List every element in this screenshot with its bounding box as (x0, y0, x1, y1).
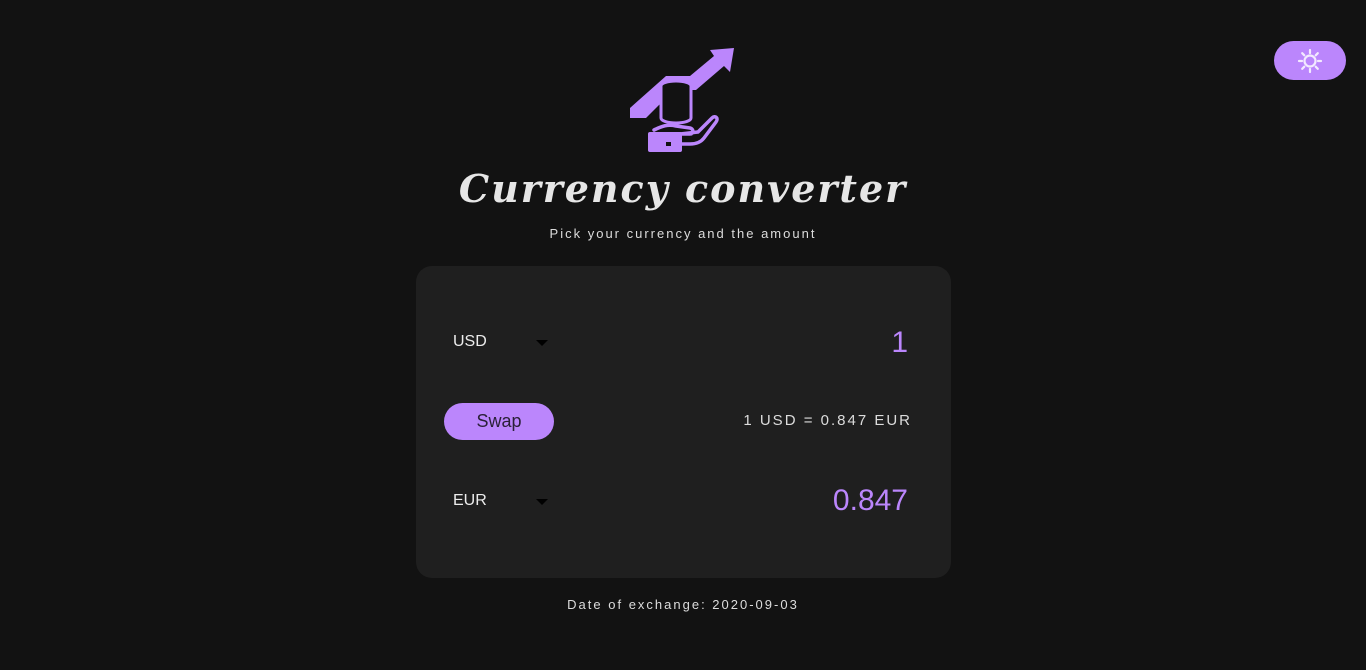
from-currency-select[interactable]: USD (453, 327, 553, 357)
theme-toggle-button[interactable] (1274, 41, 1346, 80)
chevron-down-icon (536, 340, 548, 346)
sun-icon (1297, 48, 1323, 73)
exchange-date: Date of exchange: 2020-09-03 (567, 597, 799, 612)
to-amount-output[interactable] (708, 482, 908, 520)
app-page: Currency converter Pick your currency an… (0, 0, 1366, 670)
to-currency-select[interactable]: EUR (453, 486, 553, 516)
exchange-rate-text: 1 USD = 0.847 EUR (743, 412, 912, 429)
converter-card: USD Swap 1 USD = 0.847 EUR EUR (416, 266, 951, 578)
hand-coins-growth-icon (630, 48, 734, 152)
from-currency-label: USD (453, 333, 487, 350)
from-amount-input[interactable] (708, 324, 908, 362)
swap-button-label: Swap (476, 411, 522, 431)
chevron-down-icon (536, 499, 548, 505)
swap-button[interactable]: Swap (444, 403, 554, 440)
to-currency-label: EUR (453, 492, 487, 509)
page-subtitle: Pick your currency and the amount (549, 226, 817, 241)
page-title: Currency converter (458, 166, 908, 211)
